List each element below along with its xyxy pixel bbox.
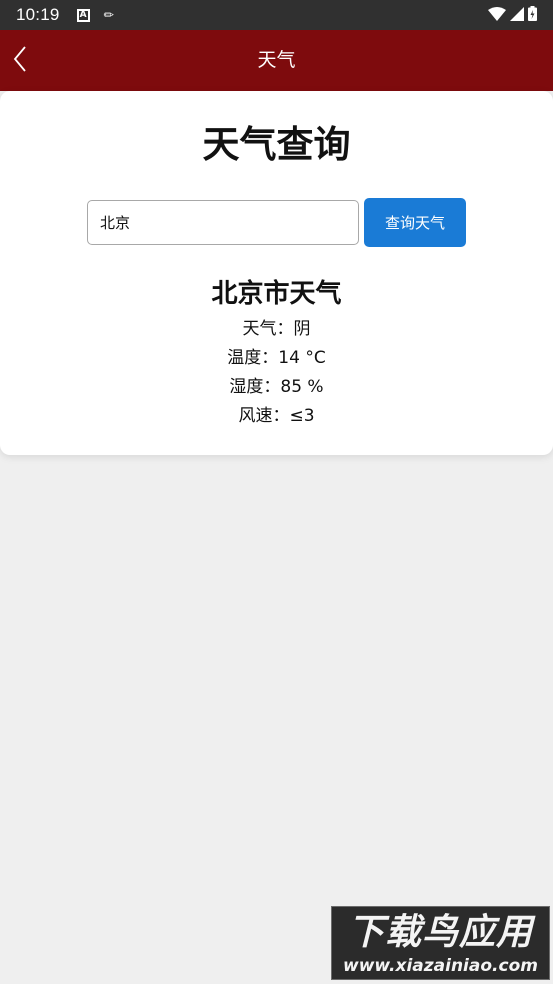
city-input[interactable] (87, 200, 359, 245)
signal-icon (510, 6, 524, 25)
battery-icon (528, 5, 537, 25)
status-time: 10:19 (16, 5, 60, 24)
watermark-cn: 下载鸟应用 (347, 912, 533, 953)
app-title: 天气 (257, 49, 296, 71)
result-title: 北京市天气 (211, 279, 342, 309)
watermark-logo: 下载鸟应用 www.xiazainiao.com (331, 906, 550, 980)
wind-speed: 风速：≤3 (238, 406, 315, 426)
app-bar: 天气 (0, 30, 553, 91)
result-lines: 天气：阴 温度：14 °C 湿度：85 % 风速：≤3 (0, 315, 553, 431)
weather-condition: 天气：阴 (242, 319, 311, 339)
status-bar: 10:19 A ✎ (0, 0, 553, 30)
status-icons (488, 5, 537, 25)
wifi-icon (488, 6, 506, 25)
page-heading: 天气查询 (202, 123, 351, 166)
humidity: 湿度：85 % (229, 377, 324, 397)
watermark-url: www.xiazainiao.com (343, 956, 538, 976)
temperature: 温度：14 °C (227, 348, 326, 368)
query-weather-button[interactable]: 查询天气 (364, 198, 466, 247)
a-badge-icon: A (76, 8, 90, 22)
weather-card: 天气查询 查询天气 北京市天气 天气：阴 温度：14 °C 湿度：85 % 风速… (0, 91, 553, 455)
wrench-icon: ✎ (100, 6, 118, 24)
